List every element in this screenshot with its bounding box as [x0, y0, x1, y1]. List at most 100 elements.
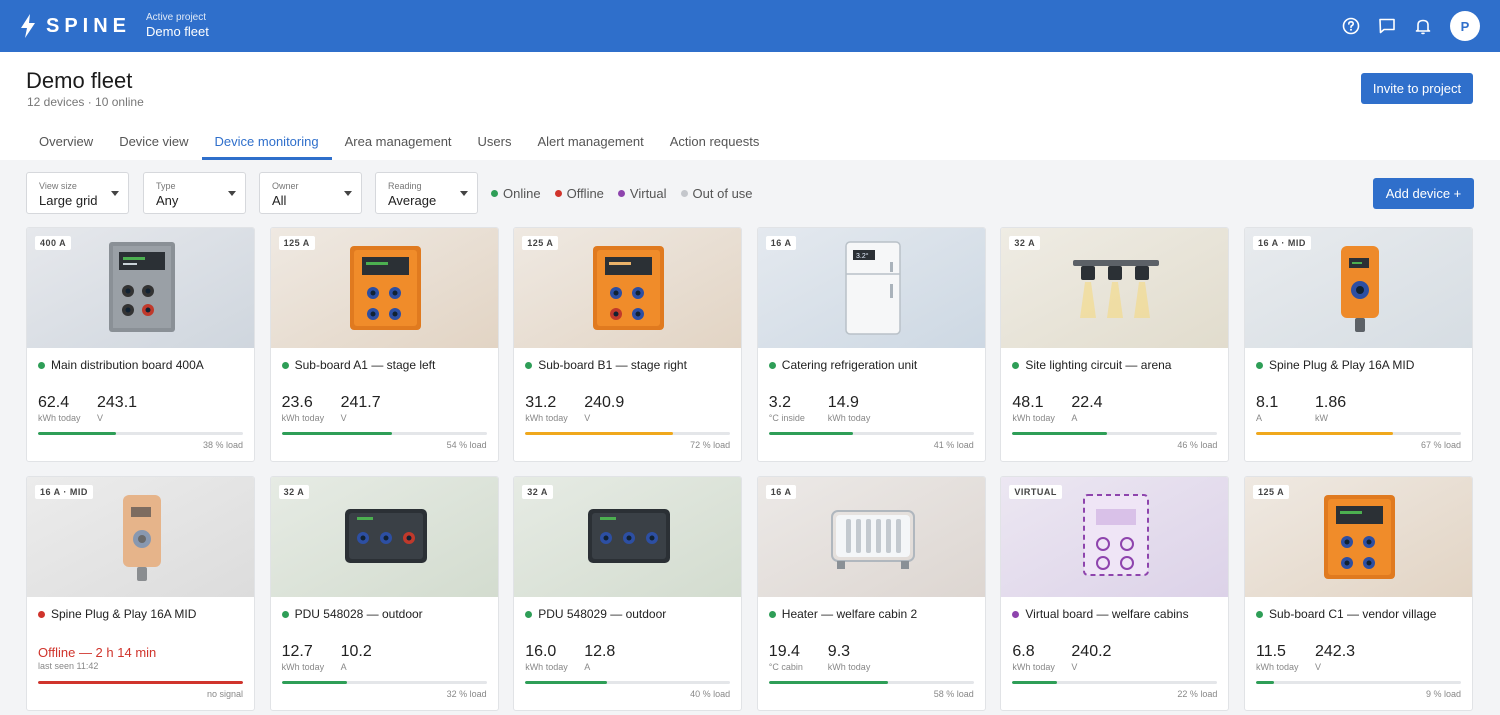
device-illustration: VIRTUAL [1001, 477, 1229, 597]
brand-logo[interactable]: SPINE [20, 14, 131, 38]
load-bar-fill [1256, 681, 1275, 684]
status-dot-icon [281, 361, 289, 369]
tab-area-management[interactable]: Area management [332, 122, 465, 160]
metric-unit: A [1256, 413, 1263, 423]
metric-value: 22.4 [1071, 394, 1103, 411]
svg-text:3.2°: 3.2° [856, 252, 869, 260]
load-text: 54 % load [446, 440, 487, 450]
bell-icon[interactable] [1414, 17, 1432, 35]
status-dot-icon [1012, 361, 1020, 369]
metric-unit: A [1071, 413, 1078, 423]
top-app-bar: SPINE Active project Demo fleet P [0, 0, 1500, 52]
device-illustration: 32 A [1001, 228, 1229, 348]
status-dot-icon [617, 190, 625, 197]
metric-value: 243.1 [97, 394, 138, 411]
legend-online: Online [491, 186, 541, 201]
tab-action-requests[interactable]: Action requests [657, 122, 773, 160]
device-name: PDU 548029 — outdoor [538, 607, 667, 621]
device-title: Sub-board C1 — vendor village [1256, 607, 1464, 621]
tab-users[interactable]: Users [465, 122, 525, 160]
metric-value: 240.2 [1071, 643, 1112, 660]
metric-secondary: 240.2 V [1071, 643, 1111, 672]
metric-unit: kWh today [281, 662, 325, 672]
add-device-button[interactable]: Add device + [1373, 178, 1474, 209]
device-title: PDU 548029 — outdoor [525, 607, 733, 621]
metric-secondary: 241.7 V [341, 394, 381, 423]
tab-device-view[interactable]: Device view [106, 122, 201, 160]
load-text: 67 % load [1420, 440, 1461, 450]
load-bar-fill [525, 432, 673, 435]
reading-select[interactable]: Reading Average [375, 172, 478, 214]
metric-unit: V [584, 413, 591, 423]
device-illustration: 32 A [514, 477, 742, 597]
device-card[interactable]: 16 A · MID Spine Plug & Play 16A MID Off… [26, 476, 255, 711]
metric-value: 11.5 [1256, 643, 1286, 660]
status-dot-icon [768, 610, 776, 618]
metric-value: 31.2 [525, 394, 557, 411]
load-bar [281, 681, 487, 684]
device-card[interactable]: 32 A PDU 548029 — outdoor 16.0 kWh today… [513, 476, 743, 711]
metric-unit: kWh today [1012, 413, 1055, 423]
bolt-icon [20, 14, 36, 38]
metric-value: 62.4 [38, 394, 70, 411]
user-avatar[interactable]: P [1450, 11, 1480, 41]
device-name: Site lighting circuit — arena [1025, 358, 1172, 372]
device-illustration: 16 A · MID [1245, 228, 1472, 348]
metric-unit: °C cabin [768, 662, 803, 672]
help-icon[interactable] [1342, 17, 1360, 35]
type-select[interactable]: Type Any [143, 172, 246, 214]
metric-secondary: 22.4 A [1071, 394, 1102, 423]
status-dot-icon [525, 361, 533, 369]
device-card[interactable]: 16 A · MID Spine Plug & Play 16A MID 8.1… [1244, 227, 1473, 462]
device-card[interactable]: 125 A Sub-board C1 — vendor village 11.5… [1244, 476, 1473, 711]
filter-bar: View size Large grid Type Any Owner All … [26, 172, 1474, 214]
metric-primary: 48.1 kWh today [1012, 394, 1055, 423]
brand-name: SPINE [46, 14, 132, 37]
tab-bar: Overview Device view Device monitoring Area… [26, 122, 772, 160]
tab-overview[interactable]: Overview [26, 122, 106, 160]
device-card[interactable]: 16 A Heater — welfare cabin 2 19.4 °C ca… [756, 476, 986, 711]
device-name: Spine Plug & Play 16A MID [51, 607, 197, 621]
device-card[interactable]: 32 A Site lighting circuit — arena 48.1 … [1000, 227, 1230, 462]
load-text: 32 % load [446, 689, 487, 699]
metric-primary: 12.7 kWh today [282, 643, 325, 672]
device-card[interactable]: 32 A PDU 548028 — outdoor 12.7 kWh today… [269, 476, 499, 711]
device-title: Spine Plug & Play 16A MID [1256, 358, 1464, 372]
metric-value: 19.4 [768, 643, 800, 660]
metric-secondary: 242.3 V [1315, 643, 1355, 672]
metric-unit: kWh today [1012, 662, 1055, 672]
rating-badge: 16 A · MID [35, 485, 93, 499]
invite-to-project-button[interactable]: Invite to project [1361, 73, 1473, 104]
device-card[interactable]: 3.2° 16 A Catering refrigeration unit 3.… [756, 227, 986, 462]
device-illustration: 16 A · MID [27, 477, 254, 597]
owner-select[interactable]: Owner All [259, 172, 362, 214]
page-title: Demo fleet [26, 68, 133, 93]
device-card[interactable]: VIRTUAL Virtual board — welfare cabins 6… [1000, 476, 1230, 711]
view-size-select[interactable]: View size Large grid [26, 172, 129, 214]
chat-icon[interactable] [1378, 17, 1396, 35]
offline-duration: Offline — 2 h 14 min [38, 645, 157, 660]
rating-badge: VIRTUAL [1009, 485, 1062, 499]
metric-secondary: 12.8 A [584, 643, 615, 672]
type-value: Any [156, 193, 179, 208]
device-card[interactable]: 125 A Sub-board B1 — stage right 31.2 kW… [513, 227, 743, 462]
metric-secondary: 14.9 kWh today [828, 394, 871, 423]
device-name: PDU 548028 — outdoor [294, 607, 423, 621]
metric-unit: kW [1315, 413, 1328, 423]
device-card[interactable]: 125 A Sub-board A1 — stage left 23.6 kWh… [269, 227, 499, 462]
metric-secondary: 10.2 A [341, 643, 372, 672]
type-label: Type [156, 181, 176, 191]
device-illustration: 16 A [757, 477, 985, 597]
tab-alert-management[interactable]: Alert management [525, 122, 657, 160]
rating-badge: 16 A [765, 485, 797, 499]
active-project[interactable]: Active project Demo fleet [146, 12, 209, 39]
device-card[interactable]: 400 A Main distribution board 400A 62.4 … [26, 227, 255, 462]
device-illustration: 125 A [514, 228, 742, 348]
tab-device-monitoring[interactable]: Device monitoring [201, 122, 332, 160]
status-dot-icon [38, 610, 45, 618]
device-name: Sub-board C1 — vendor village [1269, 607, 1437, 621]
load-bar-fill [768, 432, 853, 435]
page-subtitle: 12 devices · 10 online [27, 95, 144, 109]
metric-unit: kWh today [1256, 662, 1299, 672]
metric-primary: 3.2 °C inside [769, 394, 805, 423]
